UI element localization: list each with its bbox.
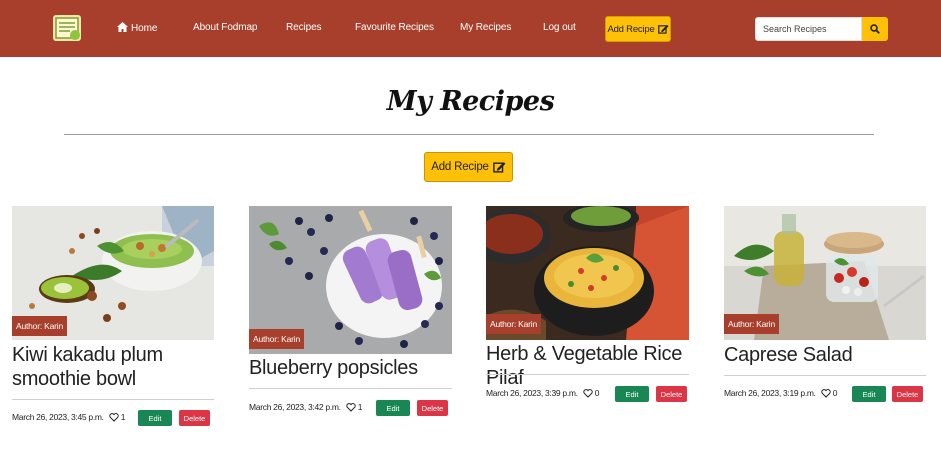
delete-button[interactable]: Delete <box>892 386 923 402</box>
recipe-title[interactable]: Kiwi kakadu plum smoothie bowl <box>12 343 214 391</box>
page-title: My Recipes <box>386 86 555 117</box>
recipe-meta: March 26, 2023, 3:42 p.m. 1 <box>249 402 363 412</box>
edit-icon <box>492 162 506 173</box>
card-divider <box>486 374 689 375</box>
like-count: 1 <box>120 412 126 422</box>
nav-favourites[interactable]: Favourite Recipes <box>355 22 434 36</box>
add-recipe-label: Add Recipe <box>431 161 489 173</box>
delete-button[interactable]: Delete <box>179 410 210 426</box>
recipe-title[interactable]: Herb & Vegetable Rice Pilaf <box>486 342 696 390</box>
card-divider <box>12 399 214 400</box>
recipe-date: March 26, 2023, 3:19 p.m. <box>724 388 816 398</box>
edit-button[interactable]: Edit <box>615 386 649 402</box>
search-input[interactable] <box>755 17 862 41</box>
heart-icon[interactable] <box>821 388 831 398</box>
nav-my-recipes[interactable]: My Recipes <box>460 22 511 36</box>
like-count: 0 <box>594 388 600 398</box>
nav-home[interactable]: Home <box>117 22 157 36</box>
recipe-meta: March 26, 2023, 3:39 p.m. 0 <box>486 388 600 398</box>
recipe-date: March 26, 2023, 3:42 p.m. <box>249 402 341 412</box>
nav-about[interactable]: About Fodmap <box>193 22 258 36</box>
heart-icon[interactable] <box>583 388 593 398</box>
recipe-date: March 26, 2023, 3:45 p.m. <box>12 412 104 422</box>
heart-icon[interactable] <box>109 412 119 422</box>
edit-button[interactable]: Edit <box>376 400 410 416</box>
edit-icon <box>657 24 669 34</box>
edit-button[interactable]: Edit <box>138 410 172 426</box>
author-badge: Author: Karin <box>12 316 68 336</box>
recipe-title[interactable]: Blueberry popsicles <box>249 356 452 380</box>
nav-add-recipe-label: Add Recipe <box>607 23 655 35</box>
recipe-meta: March 26, 2023, 3:45 p.m. 1 <box>12 412 126 422</box>
recipe-date: March 26, 2023, 3:39 p.m. <box>486 388 578 398</box>
home-icon <box>117 22 128 32</box>
search-icon <box>870 24 880 34</box>
recipe-book-logo[interactable] <box>50 12 84 44</box>
recipe-title[interactable]: Caprese Salad <box>724 343 926 367</box>
delete-button[interactable]: Delete <box>417 400 448 416</box>
nav-recipes[interactable]: Recipes <box>286 22 322 36</box>
add-recipe-button[interactable]: Add Recipe <box>424 152 513 182</box>
nav-home-label: Home <box>131 23 158 34</box>
heart-icon[interactable] <box>346 402 356 412</box>
author-badge: Author: Karin <box>249 329 305 349</box>
nav-logout[interactable]: Log out <box>543 22 576 36</box>
delete-button[interactable]: Delete <box>656 386 687 402</box>
search-button[interactable] <box>862 17 888 41</box>
author-badge: Author: Karin <box>486 314 542 334</box>
navbar: Home About Fodmap Recipes Favourite Reci… <box>0 0 941 57</box>
card-divider <box>724 375 926 376</box>
like-count: 1 <box>357 402 363 412</box>
author-badge: Author: Karin <box>724 314 780 334</box>
title-divider <box>64 134 874 135</box>
like-count: 0 <box>832 388 838 398</box>
edit-button[interactable]: Edit <box>852 386 886 402</box>
card-divider <box>249 388 452 389</box>
nav-add-recipe-button[interactable]: Add Recipe <box>605 16 671 42</box>
recipe-meta: March 26, 2023, 3:19 p.m. 0 <box>724 388 838 398</box>
